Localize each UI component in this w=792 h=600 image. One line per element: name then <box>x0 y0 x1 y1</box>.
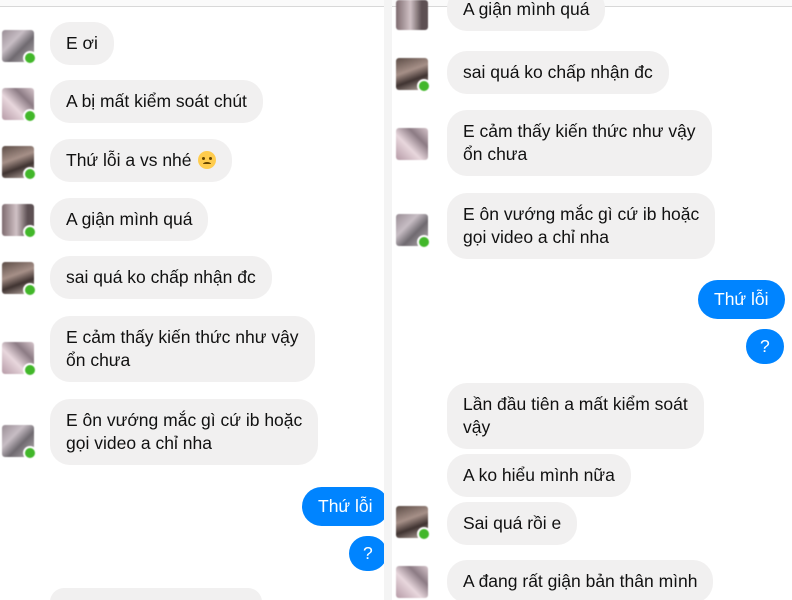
sender-avatar[interactable] <box>2 30 37 65</box>
message-text-line1: E cảm thấy kiến thức như vậy <box>66 327 299 347</box>
sender-avatar[interactable] <box>2 88 37 123</box>
incoming-message: Thứ lỗi a vs nhé <box>50 139 233 182</box>
sender-avatar[interactable] <box>396 0 428 30</box>
incoming-message-partial <box>50 588 262 600</box>
message-text: ? <box>363 543 373 563</box>
message-text: Thứ lỗi a vs nhé <box>66 150 192 170</box>
incoming-message: sai quá ko chấp nhận đc <box>50 256 272 299</box>
incoming-message: A giận mình quá <box>50 198 209 241</box>
outgoing-message: ? <box>746 329 784 364</box>
online-status-dot <box>23 51 37 65</box>
message-text: ? <box>760 336 770 356</box>
incoming-message: E cảm thấy kiến thức như vậy ổn chưa <box>447 110 712 176</box>
incoming-message: sai quá ko chấp nhận đc <box>447 51 669 94</box>
message-text: Sai quá rồi e <box>463 513 562 533</box>
message-text: sai quá ko chấp nhận đc <box>463 62 653 82</box>
incoming-message: A giận mình quá <box>447 0 606 31</box>
sender-avatar[interactable] <box>2 204 37 239</box>
left-chat-screenshot: E ơi A bị mất kiểm soát chút Thứ lỗi a v… <box>0 0 384 600</box>
online-status-dot <box>23 109 37 123</box>
screenshot-separator <box>384 0 392 600</box>
incoming-message: E ôn vướng mắc gì cứ ib hoặc gọi video a… <box>447 193 716 259</box>
online-status-dot <box>23 283 37 297</box>
message-text-line2: ổn chưa <box>463 144 528 164</box>
online-status-dot <box>23 363 37 377</box>
message-text: A giận mình quá <box>463 0 590 19</box>
sender-avatar[interactable] <box>396 566 428 598</box>
sender-avatar[interactable] <box>396 58 431 93</box>
message-text: A ko hiểu mình nữa <box>463 465 615 485</box>
incoming-message: A đang rất giận bản thân mình <box>447 560 714 600</box>
online-status-dot <box>417 235 431 249</box>
incoming-message: E ơi <box>50 22 114 65</box>
incoming-message: Sai quá rồi e <box>447 502 578 545</box>
message-text: E ơi <box>66 33 98 53</box>
outgoing-message: Thứ lỗi <box>302 487 384 526</box>
message-text-line2: gọi video a chỉ nha <box>463 227 609 247</box>
incoming-message: E ôn vướng mắc gì cứ ib hoặc gọi video a… <box>50 399 319 465</box>
message-text-line1: E cảm thấy kiến thức như vậy <box>463 121 696 141</box>
incoming-message: E cảm thấy kiến thức như vậy ổn chưa <box>50 316 315 382</box>
outgoing-message: Thứ lỗi <box>698 280 785 319</box>
disappointed-face-emoji <box>198 151 217 169</box>
right-chat-screenshot: A giận mình quá sai quá ko chấp nhận đc … <box>392 0 792 600</box>
message-text: A bị mất kiểm soát chút <box>66 91 247 111</box>
online-status-dot <box>23 225 37 239</box>
sender-avatar[interactable] <box>2 146 37 181</box>
sender-avatar[interactable] <box>2 425 37 460</box>
sender-avatar[interactable] <box>396 128 428 160</box>
message-text-line1: E ôn vướng mắc gì cứ ib hoặc <box>66 410 303 430</box>
incoming-message: Lần đầu tiên a mất kiểm soát vậy <box>447 383 704 449</box>
message-text: A đang rất giận bản thân mình <box>463 571 698 591</box>
incoming-message: A ko hiểu mình nữa <box>447 454 631 497</box>
message-text-line2: gọi video a chỉ nha <box>66 433 212 453</box>
online-status-dot <box>417 79 431 93</box>
message-text: Thứ lỗi <box>318 496 373 516</box>
message-text-line1: E ôn vướng mắc gì cứ ib hoặc <box>463 204 700 224</box>
sender-avatar[interactable] <box>396 506 431 541</box>
online-status-dot <box>417 527 431 541</box>
sender-avatar[interactable] <box>2 262 37 297</box>
incoming-message: A bị mất kiểm soát chút <box>50 80 263 123</box>
message-text: sai quá ko chấp nhận đc <box>66 267 256 287</box>
online-status-dot <box>23 167 37 181</box>
sender-avatar[interactable] <box>396 214 431 249</box>
message-text: Thứ lỗi <box>714 289 769 309</box>
message-text-line1: Lần đầu tiên a mất kiểm soát <box>463 394 688 414</box>
top-divider <box>0 0 384 7</box>
sender-avatar[interactable] <box>2 342 37 377</box>
message-text-line2: ổn chưa <box>66 350 131 370</box>
message-text-line2: vậy <box>463 417 491 437</box>
message-text: A giận mình quá <box>66 209 193 229</box>
outgoing-message: ? <box>349 536 384 571</box>
online-status-dot <box>23 446 37 460</box>
